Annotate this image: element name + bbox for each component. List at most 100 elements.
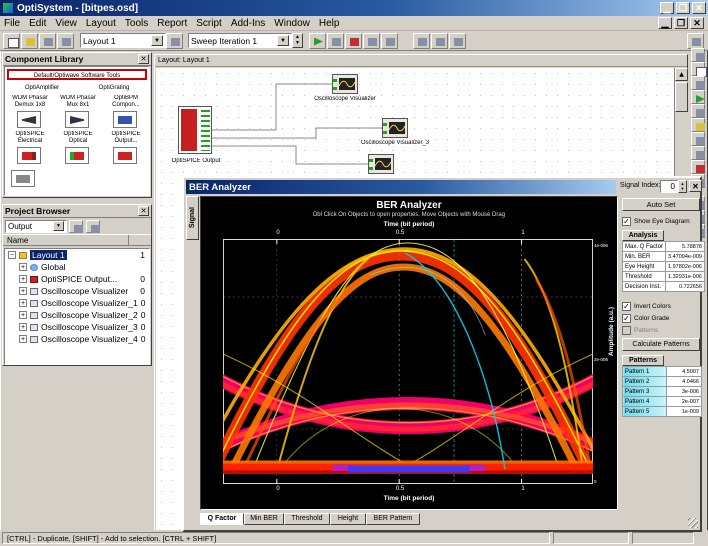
menu-item-file[interactable]: File	[4, 18, 20, 29]
ber-titlebar[interactable]: BER Analyzer	[186, 180, 616, 194]
select-tool-button[interactable]	[691, 48, 705, 62]
help-button[interactable]	[687, 33, 704, 49]
optispice-optical-icon[interactable]	[65, 147, 89, 164]
expand-icon[interactable]: +	[19, 263, 27, 271]
color-grade-checkbox[interactable]: ✓ Color Grade	[622, 314, 669, 323]
checkbox-icon[interactable]: ✓	[622, 302, 631, 311]
tab-threshold[interactable]: Threshold	[284, 513, 330, 525]
invert-colors-checkbox[interactable]: ✓ Invert Colors	[622, 302, 671, 311]
scroll-thumb[interactable]	[675, 82, 688, 112]
menu-item-help[interactable]: Help	[319, 18, 340, 29]
tab-min-ber[interactable]: Min BER	[244, 513, 284, 525]
component-tool-button[interactable]	[691, 90, 705, 104]
tree-item-scope[interactable]: + Oscilloscope Visualizer_1 0	[5, 297, 149, 309]
mdi-restore-button[interactable]: ❐	[674, 17, 688, 29]
browser-tool-button[interactable]	[86, 220, 100, 233]
tree-item-scope[interactable]: + Oscilloscope Visualizer_2 0	[5, 309, 149, 321]
close-button[interactable]: ✕	[692, 2, 706, 14]
wire-tool-button[interactable]	[691, 76, 705, 90]
analysis-tab[interactable]: Analysis	[622, 230, 664, 241]
optibpm-icon[interactable]	[113, 111, 137, 128]
browser-tool-button[interactable]	[69, 220, 83, 233]
signal-index-spinner[interactable]: ▲▼	[678, 180, 687, 193]
library-folder-optigrating[interactable]: OptiGrating	[79, 83, 149, 93]
name-column-header[interactable]: Name	[3, 235, 129, 245]
tree-item-output[interactable]: + OptiSPICE Output... 0	[5, 273, 149, 285]
calculate-patterns-button[interactable]: Calculate Patterns	[622, 338, 700, 351]
library-item-label[interactable]: OptiSPICE Optical	[55, 131, 101, 145]
signal-tab[interactable]: Signal	[186, 196, 199, 240]
wdm-demux-icon[interactable]	[17, 111, 41, 128]
open-button[interactable]	[21, 33, 38, 49]
show-eye-checkbox[interactable]: ✓ Show Eye Diagram	[622, 217, 690, 226]
library-item-label[interactable]: OptiBPM Compon...	[103, 95, 149, 109]
menu-item-window[interactable]: Window	[274, 18, 310, 29]
tab-height[interactable]: Height	[330, 513, 366, 525]
patterns-tab[interactable]: Patterns	[622, 355, 664, 366]
calculate-button[interactable]	[363, 33, 380, 49]
mdi-close-button[interactable]: ✕	[690, 17, 704, 29]
expand-icon[interactable]: +	[19, 275, 27, 283]
checkbox-icon[interactable]: ✓	[622, 217, 631, 226]
tree-item-layout-1[interactable]: − Layout 1 1	[5, 249, 149, 261]
oscilloscope-component[interactable]	[382, 118, 408, 138]
oscilloscope-component[interactable]	[332, 74, 358, 94]
signal-index-input[interactable]: 0	[660, 180, 678, 193]
optispice-extra-icon[interactable]	[11, 170, 35, 187]
library-root-item[interactable]: Default/Optiwave Software Tools	[7, 69, 147, 80]
project-browser-close-icon[interactable]: ✕	[138, 206, 149, 216]
library-item-label[interactable]: OptiSPICE Electrical	[7, 131, 53, 145]
expand-icon[interactable]: +	[19, 323, 27, 331]
library-folder-optiamplifier[interactable]: OptiAmplifier	[7, 83, 77, 93]
library-item-label[interactable]: WDM Phasar Demux 1x8	[7, 95, 53, 109]
library-item-label[interactable]: WDM Phasar Mux 8x1	[55, 95, 101, 109]
expand-icon[interactable]: +	[19, 287, 27, 295]
expand-icon[interactable]: +	[19, 335, 27, 343]
oscilloscope-component[interactable]	[368, 154, 394, 174]
expand-icon[interactable]: +	[19, 311, 27, 319]
ber-close-icon[interactable]: ✕	[689, 180, 702, 192]
mdi-minimize-button[interactable]: ▁	[658, 17, 672, 29]
browser-filter-arrow-icon[interactable]: ▼	[53, 221, 64, 231]
tree-item-scope[interactable]: + Oscilloscope Visualizer 0	[5, 285, 149, 297]
pause-button[interactable]	[327, 33, 344, 49]
browser-filter-combo[interactable]: Output ▼	[5, 220, 67, 233]
menu-item-view[interactable]: View	[55, 18, 77, 29]
rotate-tool-button[interactable]	[691, 146, 705, 160]
sweep-combo[interactable]: Sweep Iteration 1 ▼	[188, 33, 292, 48]
sweep-combo-arrow-icon[interactable]: ▼	[277, 35, 289, 46]
minimize-button[interactable]: ▁	[660, 2, 674, 14]
tree-item-scope[interactable]: + Oscilloscope Visualizer_4 0	[5, 333, 149, 345]
tab-q-factor[interactable]: Q Factor	[200, 513, 244, 525]
zoom-out-button[interactable]	[431, 33, 448, 49]
new-button[interactable]	[3, 33, 20, 49]
text-tool-button[interactable]	[691, 62, 705, 76]
save-button[interactable]	[39, 33, 56, 49]
ber-graph-panel[interactable]: BER Analyzer Dbl Click On Objects to ope…	[200, 196, 618, 510]
expand-icon[interactable]: +	[19, 299, 27, 307]
menu-item-edit[interactable]: Edit	[29, 18, 46, 29]
optispice-output-component[interactable]	[178, 106, 212, 154]
collapse-icon[interactable]: −	[8, 251, 16, 259]
tree-item-scope[interactable]: + Oscilloscope Visualizer_3 0	[5, 321, 149, 333]
resize-grip[interactable]	[688, 518, 698, 528]
component-library-close-icon[interactable]: ✕	[138, 54, 149, 64]
align-tool-button[interactable]	[691, 132, 705, 146]
delete-tool-button[interactable]	[691, 160, 705, 174]
run-button[interactable]	[309, 33, 326, 49]
checkbox-icon[interactable]: ✓	[622, 314, 631, 323]
optispice-output-icon[interactable]	[113, 147, 137, 164]
layout-combo[interactable]: Layout 1 ▼	[80, 33, 166, 48]
menu-item-addins[interactable]: Add-Ins	[231, 18, 265, 29]
optispice-electrical-icon[interactable]	[17, 147, 41, 164]
scroll-up-icon[interactable]: ▲	[675, 68, 688, 81]
stop-button[interactable]	[345, 33, 362, 49]
menu-item-layout[interactable]: Layout	[86, 18, 116, 29]
menu-item-script[interactable]: Script	[196, 18, 222, 29]
auto-set-button[interactable]: Auto Set	[622, 198, 700, 211]
tree-item-global[interactable]: + Global	[5, 261, 149, 273]
patterns-checkbox[interactable]: Patterns	[622, 326, 658, 335]
sweep-spinner[interactable]: ▲▼	[292, 33, 303, 48]
maximize-button[interactable]: ❐	[676, 2, 690, 14]
report-view-button[interactable]	[381, 33, 398, 49]
